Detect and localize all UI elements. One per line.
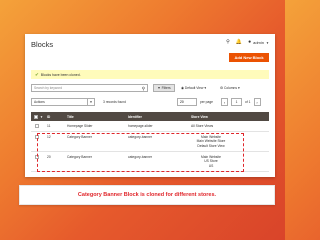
column-header-identifier[interactable]: Identifier	[128, 115, 142, 119]
row-checkbox[interactable]	[35, 124, 39, 128]
chevron-down-icon: ▾	[204, 86, 206, 90]
column-header-id[interactable]: ID	[47, 115, 50, 119]
default-view-dropdown[interactable]: ◉ Default View ▾	[181, 86, 206, 90]
page-number-input[interactable]: 1	[231, 98, 242, 106]
chevron-down-icon: ▼	[87, 99, 94, 105]
column-header-store-view[interactable]: Store View	[191, 115, 208, 119]
columns-label: Columns	[223, 86, 237, 90]
table-row[interactable]: 11 Homepage Slider homepage-slider All S…	[31, 121, 269, 132]
success-message: ✔ Blocks have been cloned.	[31, 70, 269, 79]
add-new-block-button[interactable]: Add New Block	[229, 53, 269, 62]
row-id: 11	[47, 124, 51, 128]
row-store-view: All Store Views	[191, 124, 214, 128]
page-title: Blocks	[31, 40, 54, 49]
chevron-down-icon: ▾	[237, 86, 240, 90]
row-title: Homepage Slider	[67, 124, 93, 128]
page-total: of 1	[245, 100, 251, 104]
search-icon[interactable]: ⚲	[142, 86, 145, 91]
gear-icon: ⚙	[220, 86, 223, 90]
funnel-icon: ▼	[157, 86, 161, 90]
search-icon[interactable]: ⚲	[226, 40, 230, 45]
search-input[interactable]: Search by keyword ⚲	[31, 84, 148, 92]
search-placeholder: Search by keyword	[34, 86, 63, 90]
select-all-checkbox[interactable]	[34, 114, 38, 119]
column-header-title[interactable]: Title	[67, 115, 74, 119]
per-page-value: 20	[180, 100, 184, 104]
actions-select[interactable]: Actions ▼	[31, 98, 95, 106]
next-page-button[interactable]: ›	[253, 98, 261, 106]
actions-label: Actions	[34, 100, 45, 104]
admin-user-menu[interactable]: ● admin ▼	[248, 39, 269, 46]
user-icon: ●	[248, 39, 252, 45]
default-view-label: Default View	[184, 86, 204, 90]
prev-page-button[interactable]: ‹	[221, 98, 228, 106]
highlight-dashed-box	[37, 133, 244, 172]
bell-icon[interactable]: 🔔	[236, 40, 242, 45]
chevron-down-icon[interactable]: ▼	[40, 115, 43, 119]
admin-username: admin	[253, 40, 265, 45]
eye-icon: ◉	[181, 86, 184, 90]
pagination: ‹ 1 of 1 ›	[221, 98, 261, 106]
success-message-text: Blocks have been cloned.	[40, 72, 81, 77]
caption-banner: Category Banner Block is cloned for diff…	[19, 185, 275, 205]
grid-header: ▼ ID Title Identifier Store View	[31, 112, 269, 121]
per-page-select[interactable]: 20	[177, 98, 197, 106]
records-count: 3 records found	[103, 100, 126, 104]
chevron-down-icon: ▼	[266, 40, 269, 45]
per-page-label: per page	[200, 100, 214, 104]
row-identifier: homepage-slider	[128, 124, 153, 128]
header-actions: ⚲ 🔔 ● admin ▼	[226, 39, 269, 46]
filters-button[interactable]: ▼ Filters	[153, 84, 175, 92]
checkmark-icon: ✔	[35, 71, 39, 77]
filters-label: Filters	[161, 86, 171, 90]
columns-dropdown[interactable]: ⚙ Columns ▾	[220, 86, 240, 90]
